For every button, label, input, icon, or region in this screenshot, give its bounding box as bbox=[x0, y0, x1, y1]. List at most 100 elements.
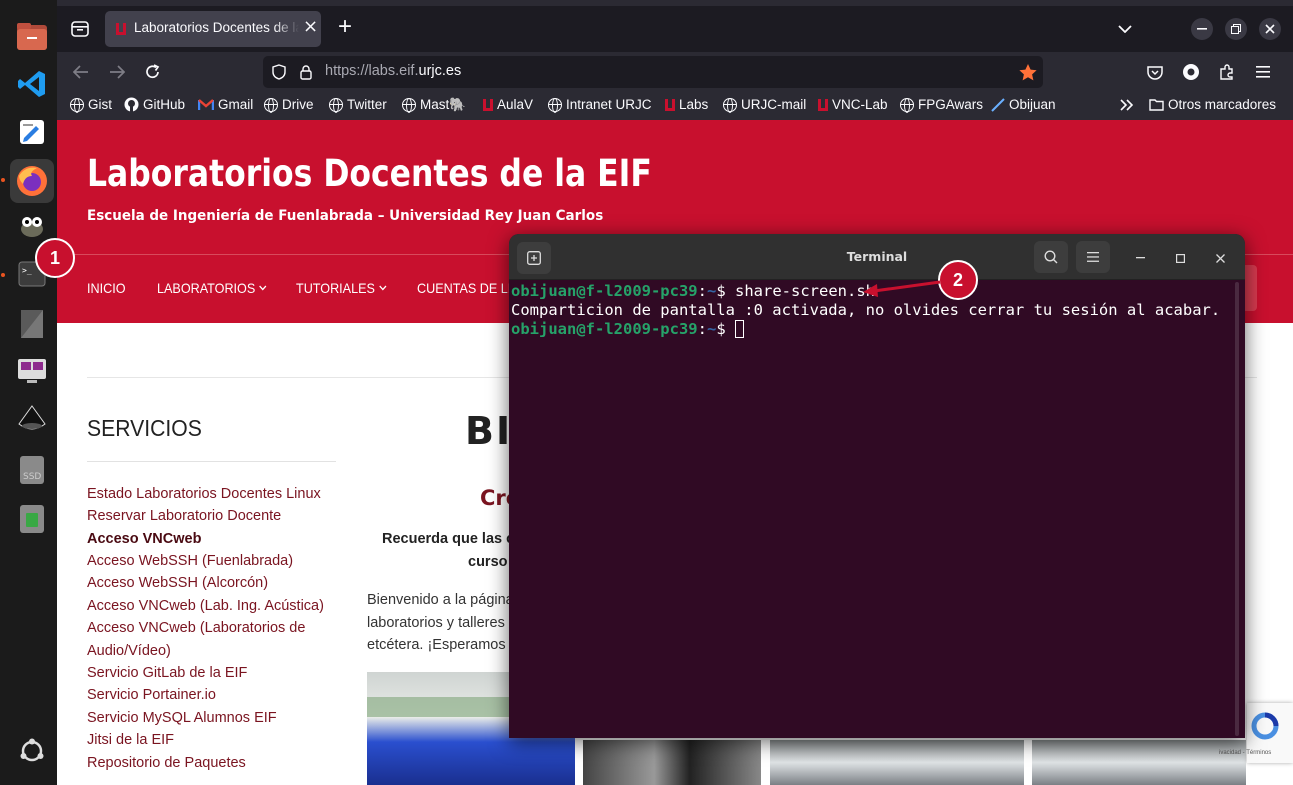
nav-laboratorios[interactable]: LABORATORIOS bbox=[157, 280, 267, 296]
lab-photo-3[interactable] bbox=[770, 740, 1024, 785]
url-bar[interactable]: https://labs.eif.urjc.es bbox=[263, 56, 1043, 88]
annotation-badge-2: 2 bbox=[938, 260, 978, 300]
close-window-button[interactable] bbox=[1259, 18, 1281, 40]
service-link[interactable]: Acceso WebSSH (Fuenlabrada) bbox=[87, 553, 293, 569]
bookmark-obijuan[interactable]: Obijuan bbox=[991, 97, 1056, 112]
recaptcha-badge[interactable]: ivacidad - Términos bbox=[1219, 703, 1293, 763]
service-link[interactable]: Acceso VNCweb (Laboratorios de bbox=[87, 620, 305, 636]
bookmark-fpgawars[interactable]: FPGAwars bbox=[900, 97, 983, 113]
vscode-icon[interactable] bbox=[12, 64, 52, 104]
new-tab-button[interactable]: + bbox=[338, 13, 352, 41]
term-maximize-icon[interactable] bbox=[1169, 247, 1191, 269]
more-bookmarks-chevron-icon[interactable] bbox=[1119, 97, 1135, 113]
remote-desktop-icon[interactable] bbox=[12, 351, 52, 391]
service-link[interactable]: Repositorio de Paquetes bbox=[87, 755, 246, 771]
reload-button[interactable] bbox=[141, 60, 165, 84]
extensions-icon[interactable] bbox=[1217, 62, 1237, 82]
trash-icon[interactable] bbox=[12, 499, 52, 539]
tracking-shield-icon[interactable] bbox=[271, 64, 287, 80]
bookmark-twitter[interactable]: Twitter bbox=[329, 97, 387, 113]
text-editor-icon[interactable] bbox=[12, 112, 52, 152]
bookmark-urjc-mail[interactable]: URJC-mail bbox=[723, 97, 806, 113]
terminal-output: Comparticion de pantalla :0 activada, no… bbox=[511, 301, 1221, 319]
document-viewer-icon[interactable] bbox=[12, 304, 52, 344]
services-heading: SERVICIOS bbox=[87, 415, 202, 441]
inkscape-icon[interactable] bbox=[12, 399, 52, 439]
firefox-icon[interactable] bbox=[10, 159, 54, 203]
bookmark-mastodon[interactable]: Mast🐘 bbox=[402, 97, 466, 113]
nav-toolbar: https://labs.eif.urjc.es bbox=[57, 52, 1293, 92]
urjc-icon bbox=[818, 98, 828, 111]
site-subtitle: Escuela de Ingeniería de Fuenlabrada – U… bbox=[87, 208, 604, 224]
bookmark-vnc-lab[interactable]: VNC-Lab bbox=[818, 97, 888, 112]
nav-cuentas[interactable]: CUENTAS DE LIN bbox=[417, 280, 520, 296]
body-line: etcétera. ¡Esperamos c bbox=[367, 637, 517, 653]
bookmark-star-icon[interactable] bbox=[1019, 63, 1037, 81]
bookmark-gist[interactable]: Gist bbox=[70, 97, 112, 113]
pocket-icon[interactable] bbox=[1145, 62, 1165, 82]
tab-bar: Laboratorios Docentes de la EIF × + bbox=[57, 6, 1293, 52]
list-tabs-chevron-icon[interactable] bbox=[1114, 18, 1136, 40]
urjc-icon bbox=[665, 98, 675, 111]
hamburger-menu-icon[interactable] bbox=[1076, 241, 1110, 273]
bookmark-aulav[interactable]: AulaV bbox=[483, 97, 533, 112]
body-line: Bienvenido a la página bbox=[367, 592, 514, 608]
terminal-headerbar[interactable]: Terminal bbox=[509, 234, 1245, 280]
tab-active[interactable]: Laboratorios Docentes de la EIF × bbox=[105, 11, 321, 47]
globe-icon bbox=[548, 97, 562, 113]
annotation-arrow bbox=[863, 280, 941, 297]
bookmark-intranet-urjc[interactable]: Intranet URJC bbox=[548, 97, 652, 113]
service-link-cont[interactable]: Audio/Vídeo) bbox=[87, 643, 171, 659]
firefox-view-icon[interactable] bbox=[65, 14, 95, 44]
lock-icon[interactable] bbox=[298, 64, 314, 80]
term-minimize-icon[interactable] bbox=[1129, 247, 1151, 269]
bookmark-labs[interactable]: Labs bbox=[665, 97, 708, 112]
globe-icon bbox=[900, 97, 914, 113]
terminal-window[interactable]: Terminal obijuan@f-l2009-pc39:~$ share-s… bbox=[509, 234, 1245, 738]
service-link[interactable]: Estado Laboratorios Docentes Linux bbox=[87, 486, 321, 502]
bookmark-github[interactable]: GitHub bbox=[124, 97, 185, 112]
account-icon[interactable] bbox=[1181, 62, 1201, 82]
urjc-favicon-icon bbox=[116, 23, 126, 35]
service-link[interactable]: Jitsi de la EIF bbox=[87, 732, 174, 748]
bookmark-gmail[interactable]: Gmail bbox=[198, 97, 253, 112]
site-title[interactable]: Laboratorios Docentes de la EIF bbox=[87, 152, 652, 195]
notice-line-2: curso bbox=[468, 554, 508, 570]
app-menu-icon[interactable] bbox=[1253, 62, 1273, 82]
tab-title: Laboratorios Docentes de la EIF bbox=[134, 20, 299, 35]
notice-line-1: Recuerda que las c bbox=[382, 531, 515, 547]
globe-icon bbox=[402, 98, 416, 113]
service-link[interactable]: Servicio GitLab de la EIF bbox=[87, 665, 247, 681]
bookmark-drive[interactable]: Drive bbox=[264, 97, 314, 113]
restore-button[interactable] bbox=[1225, 18, 1247, 40]
term-close-icon[interactable] bbox=[1209, 247, 1231, 269]
terminal-scrollbar[interactable] bbox=[1235, 282, 1239, 736]
back-button[interactable] bbox=[69, 60, 93, 84]
nav-tutoriales[interactable]: TUTORIALES bbox=[296, 280, 387, 296]
ubuntu-dock: >_ SSD bbox=[0, 0, 57, 785]
globe-icon bbox=[264, 97, 278, 113]
lab-photo-4[interactable] bbox=[1032, 740, 1246, 785]
service-link[interactable]: Servicio Portainer.io bbox=[87, 687, 216, 703]
gmail-icon bbox=[198, 98, 214, 110]
service-link[interactable]: Servicio MySQL Alumnos EIF bbox=[87, 710, 277, 726]
nav-inicio[interactable]: INICIO bbox=[87, 280, 126, 296]
service-link[interactable]: Acceso VNCweb (Lab. Ing. Acústica) bbox=[87, 598, 324, 614]
forward-button[interactable] bbox=[105, 60, 129, 84]
github-icon bbox=[124, 97, 139, 112]
service-link[interactable]: Acceso WebSSH (Alcorcón) bbox=[87, 575, 268, 591]
minimize-button[interactable] bbox=[1191, 18, 1213, 40]
service-link[interactable]: Reservar Laboratorio Docente bbox=[87, 508, 281, 524]
lab-photo-2[interactable] bbox=[583, 740, 761, 785]
service-link-active[interactable]: Acceso VNCweb bbox=[87, 531, 201, 547]
main-heading: BI bbox=[465, 409, 513, 453]
files-icon[interactable] bbox=[12, 16, 52, 56]
ssd-drive-icon[interactable]: SSD bbox=[12, 450, 52, 490]
other-bookmarks[interactable]: Otros marcadores bbox=[1149, 97, 1276, 112]
search-icon[interactable] bbox=[1034, 241, 1068, 273]
tab-close-icon[interactable]: × bbox=[303, 16, 318, 37]
recaptcha-icon bbox=[1251, 712, 1279, 740]
terminal-prompt-line[interactable]: obijuan@f-l2009-pc39:~$ bbox=[511, 320, 744, 338]
show-apps-icon[interactable] bbox=[12, 731, 52, 771]
svg-text:>_: >_ bbox=[22, 266, 32, 275]
